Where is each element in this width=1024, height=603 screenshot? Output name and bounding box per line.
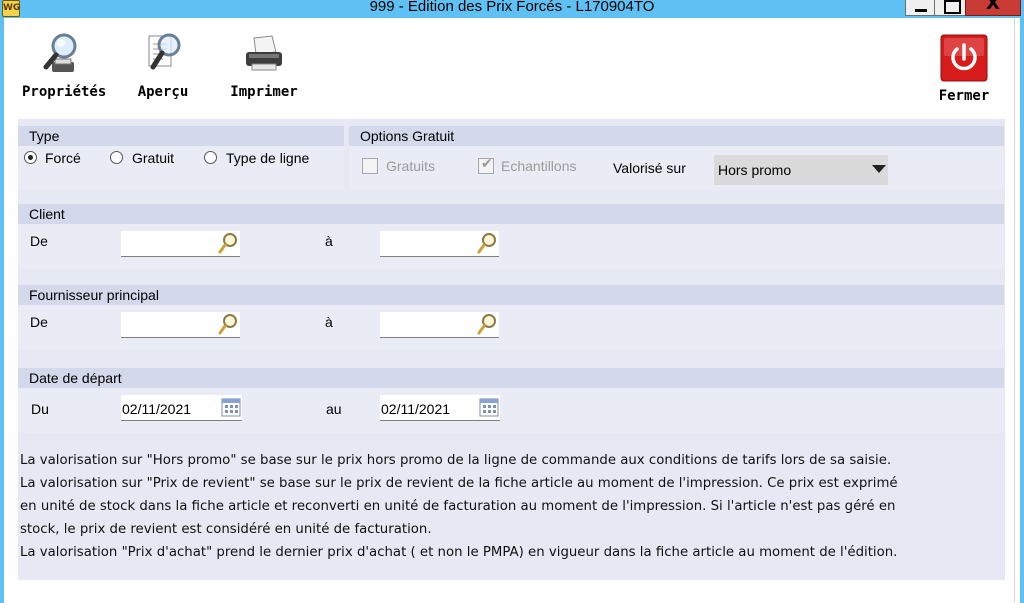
magnifier-icon[interactable]	[476, 232, 498, 256]
date-to-input[interactable]: 02/11/2021	[380, 395, 500, 421]
form-panel: Type Forcé Gratuit Type de ligne Options…	[18, 119, 1005, 580]
fournisseur-from-input[interactable]	[121, 312, 240, 338]
calendar-icon[interactable]	[221, 396, 241, 418]
echantillons-label: Echantillons	[501, 158, 577, 174]
maximize-button[interactable]	[934, 0, 966, 16]
fournisseur-a-label: à	[325, 314, 333, 330]
minimize-button[interactable]	[905, 0, 935, 16]
client-section-header: Client	[18, 204, 1004, 224]
title-bar: WG 999 - Edition des Prix Forcés - L1709…	[0, 0, 1024, 18]
window-frame-right	[1020, 18, 1024, 603]
type-section-header: Type	[18, 126, 344, 146]
info-line: La valorisation sur "Prix de revient" se…	[20, 476, 898, 491]
fournisseur-de-label: De	[30, 314, 48, 330]
info-line: La valorisation "Prix d'achat" prend le …	[20, 545, 898, 560]
magnifier-page-icon	[148, 33, 181, 70]
fermer-button[interactable]: Fermer	[934, 30, 994, 104]
options-gratuit-header: Options Gratuit	[349, 126, 1004, 146]
power-icon	[940, 34, 988, 82]
close-window-button[interactable]: X	[965, 0, 1021, 16]
chevron-down-icon[interactable]	[872, 165, 886, 173]
checkmark-icon: ✔	[481, 156, 493, 172]
imprimer-label: Imprimer	[230, 84, 298, 100]
radio-force-label: Forcé	[45, 150, 81, 166]
radio-force[interactable]	[24, 151, 37, 164]
client-de-label: De	[30, 233, 48, 249]
proprietes-button[interactable]: Propriétés	[22, 30, 107, 100]
radio-gratuit-label: Gratuit	[132, 150, 175, 166]
magnifier-printer-icon	[43, 33, 77, 72]
magnifier-icon[interactable]	[217, 232, 239, 256]
info-line: stock, le prix de revient est considéré …	[20, 522, 432, 537]
apercu-button[interactable]: Aperçu	[133, 30, 193, 100]
proprietes-label: Propriétés	[22, 84, 107, 100]
date-au-label: au	[326, 401, 342, 417]
client-to-input[interactable]	[380, 231, 499, 257]
window-frame-left	[0, 18, 4, 603]
valorise-sur-label: Valorisé sur	[613, 160, 686, 176]
radio-gratuit[interactable]	[110, 151, 123, 164]
echantillons-checkbox[interactable]: ✔	[478, 156, 494, 174]
fermer-label: Fermer	[938, 88, 990, 104]
info-line: en unité de stock dans la fiche article …	[20, 499, 896, 514]
valorisation-info-text: La valorisation sur "Hors promo" se base…	[20, 449, 1000, 564]
magnifier-icon[interactable]	[217, 313, 239, 337]
date-from-input[interactable]: 02/11/2021	[121, 395, 242, 421]
client-from-input[interactable]	[121, 231, 240, 257]
fournisseur-to-input[interactable]	[380, 312, 499, 338]
window-title: 999 - Edition des Prix Forcés - L170904T…	[369, 0, 655, 15]
valorise-sur-value: Hors promo	[718, 162, 792, 178]
magnifier-icon[interactable]	[476, 313, 498, 337]
valorise-sur-select[interactable]: Hors promo	[714, 155, 888, 185]
radio-type-de-ligne[interactable]	[204, 151, 217, 164]
apercu-label: Aperçu	[137, 84, 189, 100]
date-du-label: Du	[31, 401, 49, 417]
date-from-value: 02/11/2021	[122, 401, 192, 417]
client-a-label: à	[325, 233, 333, 249]
calendar-icon[interactable]	[479, 396, 499, 418]
date-depart-section-header: Date de départ	[18, 368, 1004, 388]
gratuits-label: Gratuits	[386, 158, 436, 174]
scroll-divider	[1014, 18, 1015, 603]
fournisseur-section-header: Fournisseur principal	[18, 285, 1004, 305]
close-icon: X	[986, 0, 1000, 14]
imprimer-button[interactable]: Imprimer	[228, 30, 300, 100]
date-to-value: 02/11/2021	[381, 401, 451, 417]
gratuits-checkbox[interactable]	[362, 158, 378, 174]
printer-icon	[246, 35, 282, 71]
info-line: La valorisation sur "Hors promo" se base…	[20, 453, 892, 468]
radio-type-de-ligne-label: Type de ligne	[226, 150, 310, 166]
